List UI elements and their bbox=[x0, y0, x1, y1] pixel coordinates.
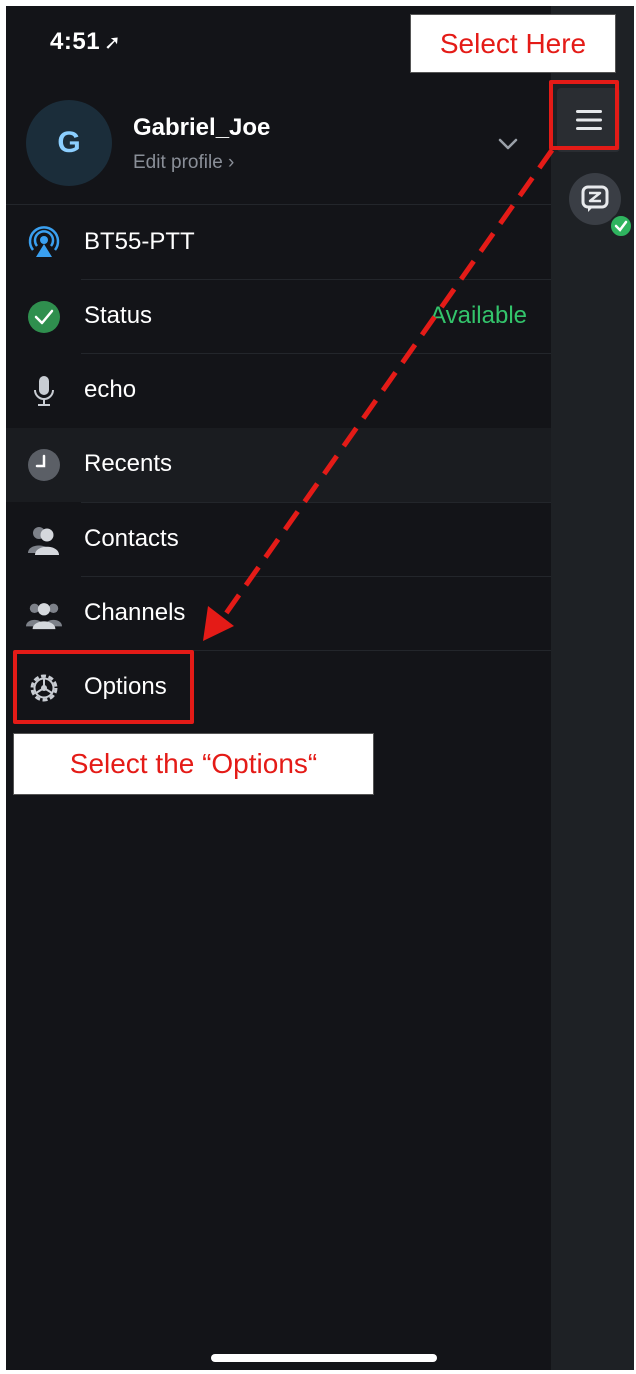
dashed-arrow-line bbox=[217, 148, 555, 624]
arrow-overlay bbox=[203, 148, 555, 641]
